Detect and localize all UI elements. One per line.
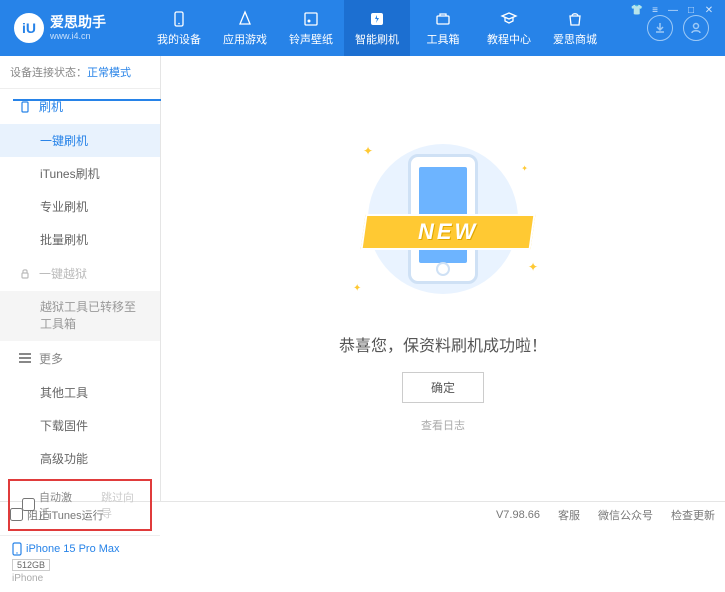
close-button[interactable]: ✕ — [701, 4, 717, 16]
store-icon — [566, 10, 584, 28]
nav-label: 教程中心 — [487, 31, 531, 47]
phone-icon — [19, 101, 31, 113]
ribbon-text: NEW — [418, 219, 478, 245]
sidebar-item-download[interactable]: 下载固件 — [0, 409, 160, 442]
logo-icon: iU — [14, 13, 44, 43]
sidebar-section-more[interactable]: 更多 — [0, 341, 160, 376]
checkbox-label: 阻止iTunes运行 — [27, 507, 104, 523]
section-label: 更多 — [39, 350, 63, 367]
window-controls: 👕 ≡ — □ ✕ — [629, 4, 717, 16]
apps-icon — [236, 10, 254, 28]
footer-update[interactable]: 检查更新 — [671, 507, 715, 523]
brand-url: www.i4.cn — [50, 31, 106, 41]
sidebar-item-batch[interactable]: 批量刷机 — [0, 223, 160, 256]
sidebar-section-jailbreak: 一键越狱 — [0, 256, 160, 291]
ringtone-icon — [302, 10, 320, 28]
device-storage: 512GB — [12, 559, 50, 571]
user-button[interactable] — [683, 15, 709, 41]
success-message: 恭喜您，保资料刷机成功啦！ — [339, 332, 547, 356]
sidebar-item-advanced[interactable]: 高级功能 — [0, 442, 160, 475]
device-status: 设备连接状态：正常模式 — [0, 56, 160, 89]
nav-apps[interactable]: 应用游戏 — [212, 0, 278, 56]
logo: iU 爱思助手 www.i4.cn — [8, 13, 146, 43]
nav-label: 铃声壁纸 — [289, 31, 333, 47]
block-itunes-checkbox[interactable]: 阻止iTunes运行 — [10, 507, 104, 523]
checkbox-label: 跳过向导 — [101, 489, 138, 521]
device-icon — [170, 10, 188, 28]
ok-button[interactable]: 确定 — [402, 372, 484, 403]
nav-ringtone[interactable]: 铃声壁纸 — [278, 0, 344, 56]
sidebar-section-flash[interactable]: 刷机 — [0, 89, 160, 124]
nav-label: 工具箱 — [427, 31, 460, 47]
phone-icon — [12, 542, 22, 556]
nav-label: 我的设备 — [157, 31, 201, 47]
sidebar-item-itunes[interactable]: iTunes刷机 — [0, 157, 160, 190]
footer-wechat[interactable]: 微信公众号 — [598, 507, 653, 523]
sidebar: 设备连接状态：正常模式 刷机 一键刷机 iTunes刷机 专业刷机 批量刷机 一… — [0, 56, 161, 501]
nav-tutorial[interactable]: 教程中心 — [476, 0, 542, 56]
nav-toolbox[interactable]: 工具箱 — [410, 0, 476, 56]
minimize-button[interactable]: — — [665, 4, 681, 16]
menu-icon — [19, 357, 31, 359]
nav-flash[interactable]: 智能刷机 — [344, 0, 410, 56]
maximize-button[interactable]: □ — [683, 4, 699, 16]
sidebar-jailbreak-note: 越狱工具已转移至工具箱 — [0, 291, 160, 341]
options-highlight-box: 自动激活 跳过向导 — [8, 479, 152, 531]
menu-button[interactable]: ≡ — [647, 4, 663, 16]
version-label: V7.98.66 — [496, 509, 540, 521]
footer-support[interactable]: 客服 — [558, 507, 580, 523]
header-right — [647, 15, 717, 41]
success-illustration: NEW ✦ ✦ ✦ ✦ — [343, 134, 543, 314]
app-header: iU 爱思助手 www.i4.cn 我的设备 应用游戏 铃声壁纸 智能刷机 工具… — [0, 0, 725, 56]
sidebar-item-oneclick[interactable]: 一键刷机 — [0, 124, 160, 157]
section-label: 一键越狱 — [39, 265, 87, 282]
top-nav: 我的设备 应用游戏 铃声壁纸 智能刷机 工具箱 教程中心 爱思商城 — [146, 0, 647, 56]
device-info[interactable]: iPhone 15 Pro Max 512GB iPhone — [0, 535, 160, 592]
status-label: 设备连接状态： — [10, 67, 87, 79]
device-type: iPhone — [12, 573, 148, 584]
nav-my-device[interactable]: 我的设备 — [146, 0, 212, 56]
sidebar-item-pro[interactable]: 专业刷机 — [0, 190, 160, 223]
skin-button[interactable]: 👕 — [629, 4, 645, 16]
view-log-link[interactable]: 查看日志 — [421, 417, 465, 433]
tutorial-icon — [500, 10, 518, 28]
nav-label: 应用游戏 — [223, 31, 267, 47]
lock-icon — [19, 268, 31, 280]
device-name: iPhone 15 Pro Max — [12, 542, 148, 556]
nav-store[interactable]: 爱思商城 — [542, 0, 608, 56]
nav-label: 智能刷机 — [355, 31, 399, 47]
nav-label: 爱思商城 — [553, 31, 597, 47]
status-value: 正常模式 — [87, 67, 131, 79]
sidebar-item-other[interactable]: 其他工具 — [0, 376, 160, 409]
brand-name: 爱思助手 — [50, 15, 106, 30]
toolbox-icon — [434, 10, 452, 28]
main-content: NEW ✦ ✦ ✦ ✦ 恭喜您，保资料刷机成功啦！ 确定 查看日志 — [161, 56, 725, 501]
flash-icon — [368, 10, 386, 28]
download-button[interactable] — [647, 15, 673, 41]
